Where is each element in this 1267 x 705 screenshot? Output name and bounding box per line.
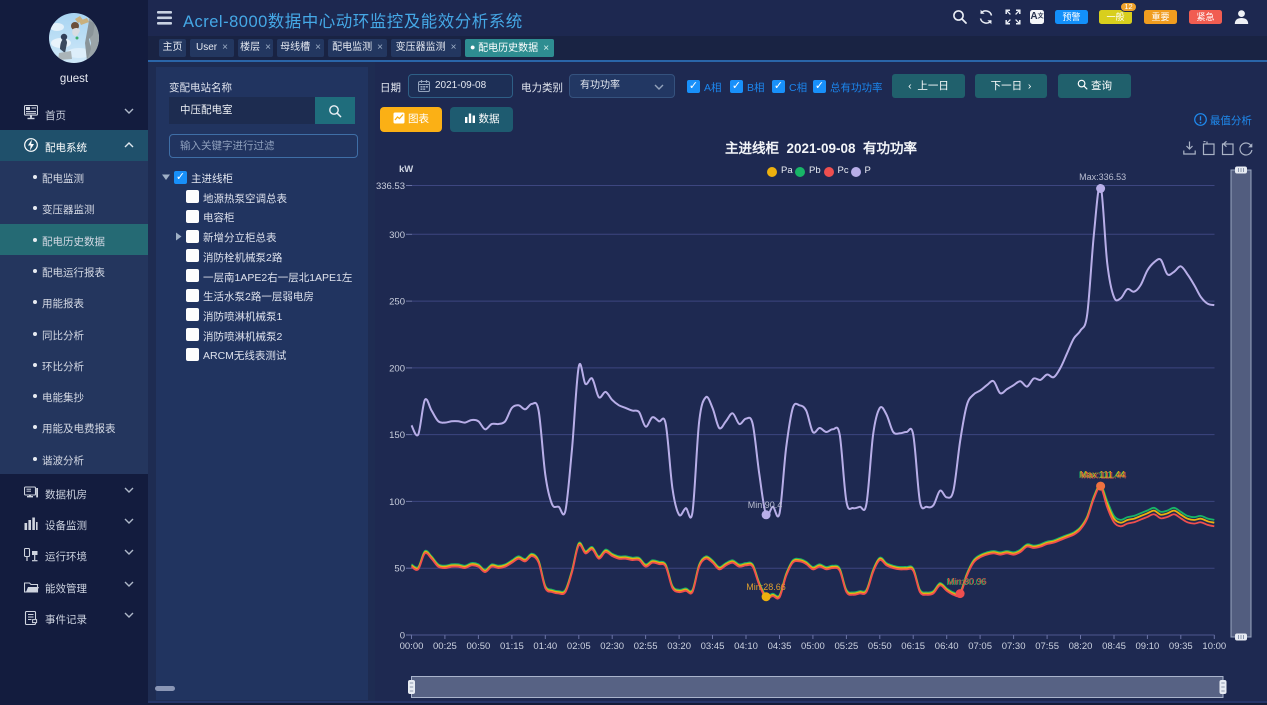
- svg-text:00:00: 00:00: [400, 641, 424, 652]
- svg-text:05:00: 05:00: [801, 641, 825, 652]
- svg-text:06:40: 06:40: [935, 641, 959, 652]
- svg-text:300: 300: [389, 230, 405, 241]
- svg-text:09:10: 09:10: [1136, 641, 1160, 652]
- svg-text:03:20: 03:20: [667, 641, 691, 652]
- svg-text:336.53: 336.53: [376, 181, 405, 192]
- svg-text:07:30: 07:30: [1002, 641, 1026, 652]
- svg-text:200: 200: [389, 363, 405, 374]
- svg-text:Min:90.4: Min:90.4: [748, 500, 783, 510]
- svg-text:00:25: 00:25: [433, 641, 457, 652]
- svg-text:10:00: 10:00: [1202, 641, 1226, 652]
- svg-text:Min:30.96: Min:30.96: [947, 576, 987, 586]
- svg-text:00:50: 00:50: [467, 641, 491, 652]
- svg-text:08:20: 08:20: [1069, 641, 1093, 652]
- svg-text:01:15: 01:15: [500, 641, 524, 652]
- svg-text:05:25: 05:25: [835, 641, 859, 652]
- svg-text:02:30: 02:30: [600, 641, 624, 652]
- svg-text:02:55: 02:55: [634, 641, 658, 652]
- svg-text:01:40: 01:40: [533, 641, 557, 652]
- svg-text:06:15: 06:15: [901, 641, 925, 652]
- svg-text:07:55: 07:55: [1035, 641, 1059, 652]
- svg-text:0: 0: [400, 631, 405, 642]
- svg-text:100: 100: [389, 497, 405, 508]
- svg-text:Max:336.53: Max:336.53: [1079, 172, 1126, 182]
- svg-text:250: 250: [389, 297, 405, 308]
- svg-text:05:50: 05:50: [868, 641, 892, 652]
- svg-text:Min:28.66: Min:28.66: [746, 582, 786, 592]
- svg-text:Max:111.44: Max:111.44: [1081, 471, 1127, 481]
- svg-text:08:45: 08:45: [1102, 641, 1126, 652]
- svg-text:02:05: 02:05: [567, 641, 591, 652]
- svg-text:07:05: 07:05: [968, 641, 992, 652]
- svg-text:04:10: 04:10: [734, 641, 758, 652]
- svg-text:150: 150: [389, 430, 405, 441]
- svg-text:09:35: 09:35: [1169, 641, 1193, 652]
- svg-text:04:35: 04:35: [768, 641, 792, 652]
- svg-text:03:45: 03:45: [701, 641, 725, 652]
- svg-text:50: 50: [394, 564, 405, 575]
